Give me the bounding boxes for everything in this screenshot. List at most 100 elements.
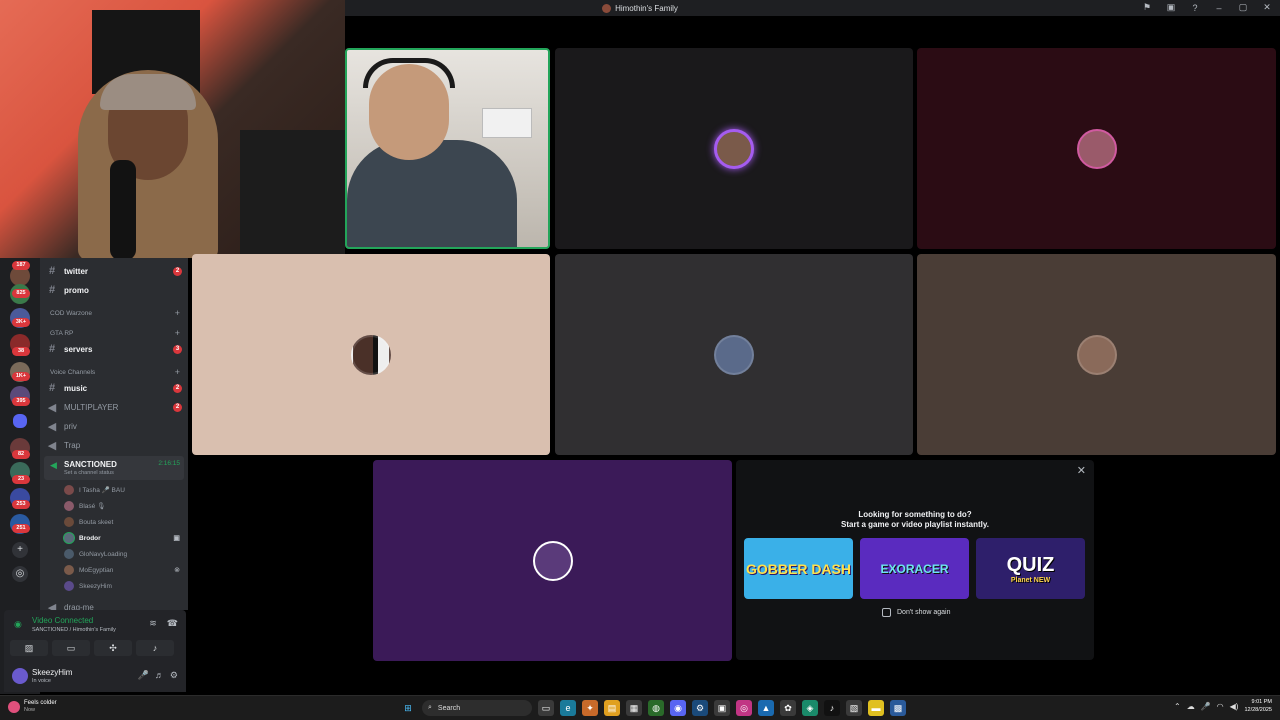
app-icon[interactable]: ◈ xyxy=(802,700,818,716)
headphones-icon[interactable]: ♬ xyxy=(155,670,164,681)
close-icon[interactable]: ✕ xyxy=(1077,464,1086,477)
voice-member[interactable]: Brodor ▣ xyxy=(64,531,180,545)
chrome-icon[interactable]: ◍ xyxy=(648,700,664,716)
voice-status[interactable]: Video Connected xyxy=(32,616,93,625)
app-icon[interactable]: ▣ xyxy=(714,700,730,716)
clock[interactable]: 9:01 PM 12/28/2025 xyxy=(1244,698,1272,714)
voice-channel-drag-me[interactable]: ◀ drag-me xyxy=(46,599,182,611)
voice-channel-trap[interactable]: ◀ Trap xyxy=(46,437,182,453)
close-window-button[interactable]: ✕ xyxy=(1260,2,1274,13)
maximize-button[interactable]: ▢ xyxy=(1236,2,1250,13)
taskbar-apps: ⊞ ⌕ Search ▭ e ✦ ▤ ▦ ◍ ◉ ⚙ ▣ ◎ ▲ ✿ ◈ ♪ ▧… xyxy=(400,700,906,716)
search-box[interactable]: ⌕ Search xyxy=(422,700,532,716)
file-explorer-icon[interactable]: ▤ xyxy=(604,700,620,716)
chevron-up-icon[interactable]: ⌃ xyxy=(1174,702,1181,711)
start-icon[interactable]: ⊞ xyxy=(400,700,416,716)
voice-member[interactable]: MoEgyptian ⊗ xyxy=(64,563,180,577)
category-voice-channels[interactable]: Voice Channels + xyxy=(50,368,180,377)
video-tile[interactable] xyxy=(373,460,732,661)
voice-member[interactable]: I Tasha 🎤 BAU xyxy=(64,483,180,497)
voice-member[interactable]: GloNavyLoading xyxy=(64,547,180,561)
video-tile[interactable] xyxy=(917,48,1276,249)
inbox-icon[interactable]: ⚑ xyxy=(1140,2,1154,13)
channel-music[interactable]: # music 2 xyxy=(46,380,182,396)
network-icon[interactable]: ☁ xyxy=(1187,702,1195,711)
discord-icon[interactable]: ◉ xyxy=(670,700,686,716)
voice-member[interactable]: Blasé 🎙 xyxy=(64,499,180,513)
tiktok-icon[interactable]: ♪ xyxy=(824,700,840,716)
category-cod-warzone[interactable]: COD Warzone + xyxy=(50,309,180,318)
signal-icon[interactable]: ◉ xyxy=(14,619,22,630)
channel-promo[interactable]: # promo xyxy=(46,282,182,298)
video-tile[interactable] xyxy=(917,254,1276,455)
volume-icon[interactable]: ◀) xyxy=(1230,702,1239,711)
discord-window: Himothin's Family ⚑ ▣ ? – ▢ ✕ 187 825 3K… xyxy=(0,0,1280,720)
chatgpt-icon[interactable]: ✿ xyxy=(780,700,796,716)
copilot-icon[interactable]: ✦ xyxy=(582,700,598,716)
microphone-icon[interactable]: 🎤 xyxy=(138,670,149,681)
category-gta-rp[interactable]: GTA RP + xyxy=(50,329,180,338)
app-icon[interactable]: ▩ xyxy=(890,700,906,716)
video-tile[interactable] xyxy=(192,254,550,455)
server-icon xyxy=(602,3,612,13)
mention-badge: 2 xyxy=(173,383,182,393)
instagram-icon[interactable]: ◎ xyxy=(736,700,752,716)
server-badge: 1K+ xyxy=(12,372,30,381)
steam-icon[interactable]: ⚙ xyxy=(692,700,708,716)
voice-channel-sanctioned[interactable]: ◀ SANCTIONED 2:16:15 Set a channel statu… xyxy=(44,456,184,480)
screen-icon[interactable]: ▣ xyxy=(1164,2,1178,13)
member-name: MoEgyptian xyxy=(79,566,114,574)
channel-servers[interactable]: # servers 3 xyxy=(46,341,182,357)
channel-twitter[interactable]: # twitter 2 xyxy=(46,263,182,279)
voice-member[interactable]: Bouta skeet xyxy=(64,515,180,529)
server-badge: 3K+ xyxy=(12,318,30,327)
avatar[interactable] xyxy=(12,668,28,684)
screen-share-button[interactable]: ▭ xyxy=(52,640,90,656)
avatar xyxy=(714,128,754,169)
task-view-icon[interactable]: ▭ xyxy=(538,700,554,716)
game-title: EXORACER xyxy=(880,561,949,576)
noise-suppression-icon[interactable]: ≋ xyxy=(149,618,157,629)
video-tile-camera[interactable] xyxy=(345,48,550,249)
search-icon: ⌕ xyxy=(428,704,432,711)
store-icon[interactable]: ▦ xyxy=(626,700,642,716)
game-card-quiz-planet[interactable]: QUIZ Planet NEW xyxy=(976,538,1085,599)
game-card-exoracer[interactable]: EXORACER xyxy=(860,538,969,599)
sticky-notes-icon[interactable]: ▬ xyxy=(868,700,884,716)
video-tile[interactable] xyxy=(555,48,913,249)
soundboard-button[interactable]: ♪ xyxy=(136,640,174,656)
window-title: Himothin's Family xyxy=(602,3,678,13)
microphone-icon[interactable]: 🎤 xyxy=(1201,702,1211,711)
discover-icon[interactable]: ◎ xyxy=(12,566,28,582)
channel-label: music xyxy=(64,383,88,393)
edge-icon[interactable]: e xyxy=(560,700,576,716)
voice-channel-multiplayer[interactable]: ◀ MULTIPLAYER 2 xyxy=(46,399,182,415)
wifi-icon[interactable]: ◠ xyxy=(1217,702,1224,711)
add-channel-icon[interactable]: + xyxy=(175,368,180,377)
add-channel-icon[interactable]: + xyxy=(175,309,180,318)
camera-off-button[interactable]: ▨ xyxy=(10,640,48,656)
add-server-icon[interactable]: + xyxy=(12,542,28,558)
category-label: Voice Channels xyxy=(50,369,96,376)
voice-channel-priv[interactable]: ◀ priv xyxy=(46,418,182,434)
voice-member[interactable]: SkeezyHim xyxy=(64,579,180,593)
settings-gear-icon[interactable]: ⚙ xyxy=(170,670,178,681)
dont-show-again[interactable]: Don't show again xyxy=(882,608,950,617)
activity-button[interactable]: ✣ xyxy=(94,640,132,656)
weather-widget[interactable]: Feels colder Now xyxy=(8,700,57,713)
add-channel-icon[interactable]: + xyxy=(175,329,180,338)
voice-location[interactable]: SANCTIONED / Himothin's Family xyxy=(32,627,116,633)
video-tile[interactable] xyxy=(555,254,913,455)
minimize-button[interactable]: – xyxy=(1212,3,1226,13)
game-card-gobber-dash[interactable]: GOBBER DASH xyxy=(744,538,853,599)
channel-status-input[interactable]: Set a channel status xyxy=(64,470,114,476)
server-badge: 82 xyxy=(12,450,30,459)
app-icon[interactable]: ▧ xyxy=(846,700,862,716)
server-badge: 23 xyxy=(12,475,30,484)
disconnect-icon[interactable]: ☎ xyxy=(167,618,178,629)
voice-timer: 2:16:15 xyxy=(158,460,180,467)
help-icon[interactable]: ? xyxy=(1188,3,1202,13)
folder-icon[interactable] xyxy=(13,414,27,428)
dont-show-checkbox[interactable] xyxy=(882,608,891,617)
app-icon[interactable]: ▲ xyxy=(758,700,774,716)
